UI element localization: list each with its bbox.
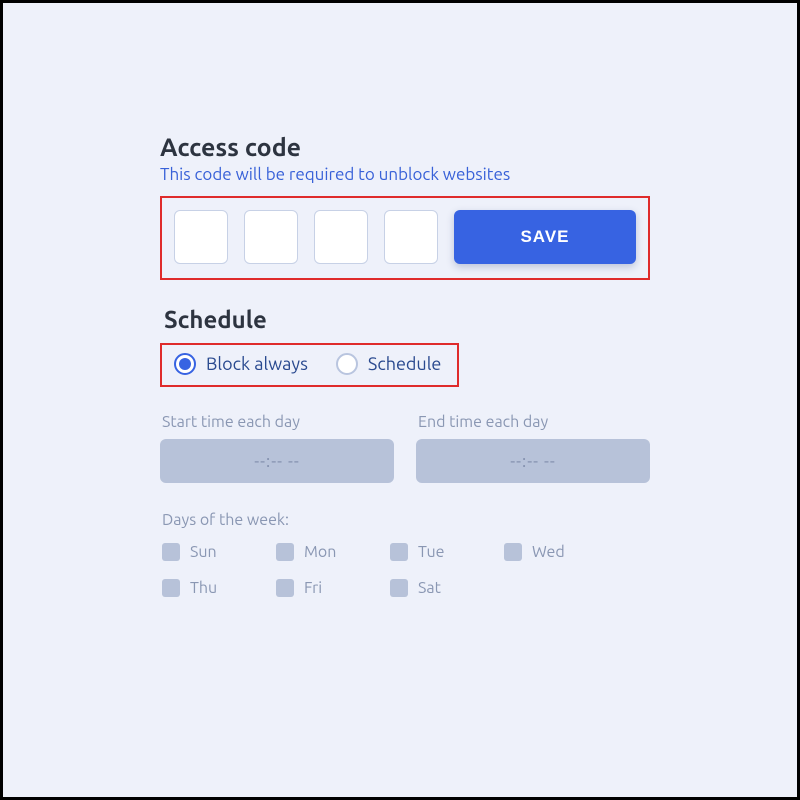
access-code-heading: Access code bbox=[160, 133, 650, 161]
radio-block-always-label: Block always bbox=[206, 354, 308, 374]
access-code-digit-1[interactable] bbox=[174, 210, 228, 264]
day-checkbox-mon[interactable]: Mon bbox=[276, 543, 350, 561]
day-label: Wed bbox=[532, 543, 565, 561]
day-checkbox-sun[interactable]: Sun bbox=[162, 543, 236, 561]
checkbox-icon bbox=[276, 543, 294, 561]
day-label: Sun bbox=[190, 543, 217, 561]
schedule-mode-highlight-box: Block always Schedule bbox=[160, 343, 459, 387]
end-time-label: End time each day bbox=[418, 413, 650, 431]
day-label: Tue bbox=[418, 543, 444, 561]
day-checkbox-wed[interactable]: Wed bbox=[504, 543, 578, 561]
day-label: Mon bbox=[304, 543, 336, 561]
access-code-digit-3[interactable] bbox=[314, 210, 368, 264]
checkbox-icon bbox=[162, 543, 180, 561]
checkbox-icon bbox=[504, 543, 522, 561]
content-container: Access code This code will be required t… bbox=[160, 133, 650, 597]
access-code-digit-2[interactable] bbox=[244, 210, 298, 264]
access-code-digit-4[interactable] bbox=[384, 210, 438, 264]
radio-selected-icon bbox=[174, 353, 196, 375]
access-code-subtitle: This code will be required to unblock we… bbox=[160, 165, 650, 184]
day-checkbox-thu[interactable]: Thu bbox=[162, 579, 236, 597]
day-checkbox-fri[interactable]: Fri bbox=[276, 579, 350, 597]
start-time-col: Start time each day --:-- -- bbox=[160, 413, 394, 483]
checkbox-icon bbox=[390, 579, 408, 597]
radio-block-always[interactable]: Block always bbox=[174, 353, 308, 375]
radio-unselected-icon bbox=[336, 353, 358, 375]
days-of-week-grid: Sun Mon Tue Wed Thu Fri bbox=[160, 543, 650, 597]
radio-schedule[interactable]: Schedule bbox=[336, 353, 441, 375]
day-label: Fri bbox=[304, 579, 322, 597]
settings-panel: Access code This code will be required t… bbox=[0, 0, 800, 800]
end-time-col: End time each day --:-- -- bbox=[416, 413, 650, 483]
checkbox-icon bbox=[162, 579, 180, 597]
day-label: Sat bbox=[418, 579, 441, 597]
day-checkbox-sat[interactable]: Sat bbox=[390, 579, 464, 597]
day-checkbox-tue[interactable]: Tue bbox=[390, 543, 464, 561]
radio-schedule-label: Schedule bbox=[368, 354, 441, 374]
day-label: Thu bbox=[190, 579, 217, 597]
start-time-label: Start time each day bbox=[162, 413, 394, 431]
save-button[interactable]: SAVE bbox=[454, 210, 636, 264]
access-code-highlight-box: SAVE bbox=[160, 196, 650, 280]
schedule-heading: Schedule bbox=[164, 306, 650, 333]
checkbox-icon bbox=[276, 579, 294, 597]
time-range-row: Start time each day --:-- -- End time ea… bbox=[160, 413, 650, 483]
checkbox-icon bbox=[390, 543, 408, 561]
days-of-week-label: Days of the week: bbox=[162, 511, 650, 529]
end-time-input[interactable]: --:-- -- bbox=[416, 439, 650, 483]
start-time-input[interactable]: --:-- -- bbox=[160, 439, 394, 483]
